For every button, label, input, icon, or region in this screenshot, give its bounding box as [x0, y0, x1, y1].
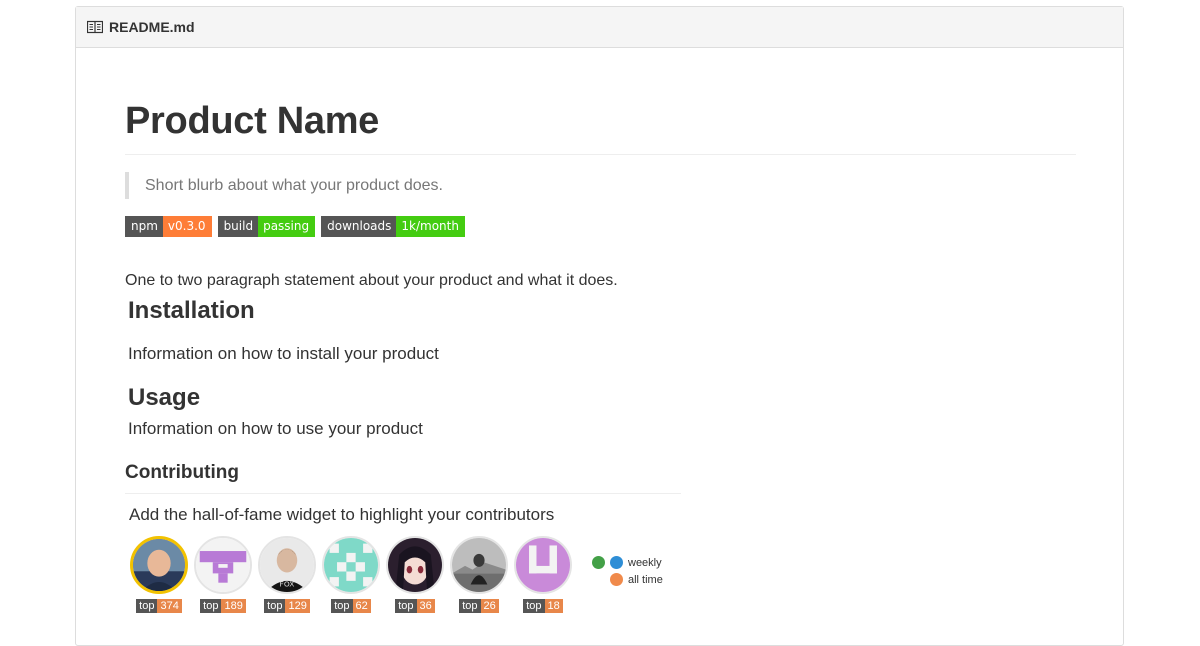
badge-value: 1k/month [396, 216, 465, 237]
contributor[interactable]: top 18 [511, 536, 575, 613]
readme-header: README.md [76, 7, 1123, 48]
blue-dot-icon [610, 556, 623, 569]
title-divider [125, 154, 1076, 155]
rank-badge: top 374 [136, 599, 182, 613]
avatar[interactable] [450, 536, 508, 594]
rank-label: top [395, 599, 417, 613]
downloads-badge[interactable]: downloads 1k/month [321, 216, 465, 237]
contributor[interactable]: top 62 [319, 536, 383, 613]
contributor[interactable]: top 26 [447, 536, 511, 613]
avatar[interactable] [194, 536, 252, 594]
rank-badge: top 18 [523, 599, 563, 613]
avatar[interactable] [322, 536, 380, 594]
rank-value: 129 [285, 599, 310, 613]
npm-badge[interactable]: npm v0.3.0 [125, 216, 212, 237]
rank-badge: top 189 [200, 599, 246, 613]
rank-badge: top 62 [331, 599, 371, 613]
badge-label: build [217, 216, 259, 237]
rank-badge: top 26 [459, 599, 499, 613]
rank-label: top [331, 599, 353, 613]
usage-heading: Usage [128, 384, 201, 411]
rank-value: 36 [416, 599, 435, 613]
rank-label: top [459, 599, 481, 613]
book-icon [87, 20, 103, 34]
avatar[interactable] [386, 536, 444, 594]
installation-heading: Installation [128, 297, 255, 324]
orange-dot-icon [610, 573, 623, 586]
page-title: Product Name [125, 100, 380, 142]
badge-label: npm [125, 216, 163, 237]
contributing-divider [125, 493, 681, 494]
legend-all-time-label: all time [628, 573, 663, 586]
rank-value: 26 [480, 599, 499, 613]
contributor[interactable]: top 374 [127, 536, 191, 613]
readme-filename[interactable]: README.md [109, 19, 195, 35]
contributor[interactable]: top 36 [383, 536, 447, 613]
badge-value: passing [258, 216, 316, 237]
hall-of-fame: top 374 top 189 FOX top 129 top 62 top 3… [127, 536, 575, 613]
badge-label: downloads [321, 216, 397, 237]
hall-of-fame-legend: weekly all time [592, 554, 663, 588]
rank-value: 18 [544, 599, 563, 613]
legend-weekly: weekly [592, 554, 663, 571]
rank-label: top [200, 599, 222, 613]
contributing-heading: Contributing [125, 462, 239, 483]
avatar[interactable] [130, 536, 188, 594]
avatar[interactable] [514, 536, 572, 594]
intro-paragraph: One to two paragraph statement about you… [125, 272, 618, 289]
green-dot-icon [592, 556, 605, 569]
rank-label: top [264, 599, 286, 613]
rank-value: 374 [157, 599, 182, 613]
badge-row: npm v0.3.0 build passing downloads 1k/mo… [125, 216, 465, 237]
contributor[interactable]: FOX top 129 [255, 536, 319, 613]
svg-text:FOX: FOX [280, 579, 295, 588]
build-badge[interactable]: build passing [217, 216, 316, 237]
legend-weekly-label: weekly [628, 556, 662, 569]
rank-badge: top 129 [264, 599, 310, 613]
installation-text: Information on how to install your produ… [128, 344, 439, 363]
readme-panel: README.md Product Name Short blurb about… [75, 6, 1124, 646]
rank-value: 62 [352, 599, 371, 613]
contributor[interactable]: top 189 [191, 536, 255, 613]
usage-text: Information on how to use your product [128, 419, 423, 438]
avatar[interactable]: FOX [258, 536, 316, 594]
rank-badge: top 36 [395, 599, 435, 613]
rank-value: 189 [221, 599, 246, 613]
contributing-text: Add the hall-of-fame widget to highlight… [129, 505, 555, 524]
blurb-quote: Short blurb about what your product does… [125, 172, 443, 199]
rank-label: top [523, 599, 545, 613]
rank-label: top [136, 599, 158, 613]
badge-value: v0.3.0 [162, 216, 212, 237]
legend-all-time: all time [592, 571, 663, 588]
